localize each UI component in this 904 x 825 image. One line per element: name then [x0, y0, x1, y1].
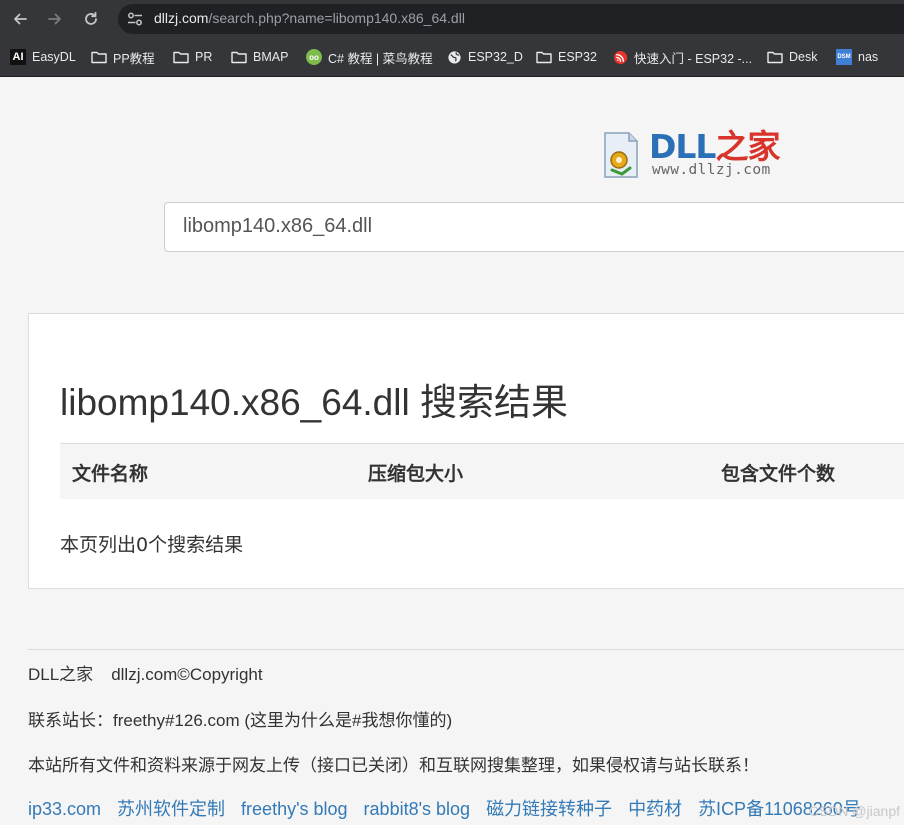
- bookmark-esp32-d[interactable]: ESP32_D: [446, 47, 523, 67]
- results-table-header: 文件名称 压缩包大小 包含文件个数: [60, 443, 904, 499]
- footer-link-magnet-torrent[interactable]: 磁力链接转种子: [486, 799, 612, 819]
- url-path: /search.php?name=libomp140.x86_64.dll: [208, 10, 465, 26]
- ai-logo-icon: AI: [10, 49, 26, 65]
- dsm-icon: DSM: [836, 49, 852, 65]
- footer-links: ip33.com 苏州软件定制 freethy's blog rabbit8's bl…: [28, 795, 877, 821]
- reload-icon: [85, 11, 97, 25]
- bookmark-easydl[interactable]: AI EasyDL: [10, 47, 76, 67]
- csdn-watermark: CSDN @jianpf: [808, 803, 900, 819]
- results-count-text: 本页列出0个搜索结果: [60, 534, 244, 556]
- page-content: DLL之家 www.dllzj.com libomp140.x86_64.dll…: [0, 77, 904, 825]
- address-bar[interactable]: dllzj.com/search.php?name=libomp140.x86_…: [118, 4, 904, 34]
- bookmark-label: 快速入门 - ESP32 -...: [634, 51, 753, 66]
- bookmark-label: PP教程: [113, 51, 155, 66]
- bookmark-label: Desk: [789, 50, 818, 64]
- logo-wordmark: DLL之家: [649, 127, 780, 167]
- folder-icon: [91, 49, 107, 65]
- folder-icon: [767, 49, 783, 65]
- bookmark-pr[interactable]: PR: [173, 47, 212, 67]
- footer-copyright-text: dllzj.com©Copyright: [111, 665, 263, 684]
- column-file-name: 文件名称: [72, 463, 149, 485]
- back-button[interactable]: [7, 6, 33, 32]
- bookmark-csharp-runoob[interactable]: oo C# 教程 | 菜鸟教程: [306, 47, 433, 67]
- forward-button[interactable]: [42, 6, 68, 32]
- footer-site-name: DLL之家: [28, 665, 94, 684]
- footer-copyright: DLL之家 dllzj.com©Copyright: [28, 660, 263, 685]
- bookmarks-bar: AI EasyDL PP教程 PR BMAP oo C# 教程 | 菜鸟教程 E…: [0, 38, 904, 77]
- results-panel: libomp140.x86_64.dll 搜索结果 文件名称 压缩包大小 包含文…: [28, 313, 904, 589]
- bookmark-bmap[interactable]: BMAP: [231, 47, 288, 67]
- footer-link-suzhou-software[interactable]: 苏州软件定制: [117, 799, 225, 819]
- folder-icon: [231, 49, 247, 65]
- site-logo[interactable]: DLL之家 www.dllzj.com: [602, 127, 802, 185]
- footer-disclaimer: 本站所有文件和资料来源于网友上传（接口已关闭）和互联网搜集整理，如果侵权请与站长…: [28, 756, 759, 775]
- browser-toolbar: dllzj.com/search.php?name=libomp140.x86_…: [0, 0, 904, 38]
- bookmark-desk[interactable]: Desk: [767, 47, 817, 67]
- url-host: dllzj.com: [154, 10, 209, 26]
- folder-icon: [173, 49, 189, 65]
- bookmark-label: BMAP: [253, 50, 289, 64]
- back-arrow-icon: [14, 13, 27, 25]
- bookmark-label: C# 教程 | 菜鸟教程: [328, 51, 433, 66]
- footer-divider: [28, 649, 904, 650]
- folder-icon: [536, 49, 552, 65]
- runoob-icon: oo: [306, 49, 322, 65]
- bookmark-nas[interactable]: DSM nas: [836, 47, 878, 67]
- logo-text-cn: 之家: [715, 127, 780, 166]
- logo-text-dll: DLL: [649, 127, 716, 166]
- reload-button[interactable]: [78, 6, 104, 32]
- address-url: dllzj.com/search.php?name=libomp140.x86_…: [154, 10, 465, 26]
- bookmark-esp32[interactable]: ESP32: [536, 47, 597, 67]
- globe-icon: [446, 49, 462, 65]
- bookmark-pp-tutorial[interactable]: PP教程: [91, 47, 155, 67]
- bookmark-label: ESP32_D: [468, 50, 523, 64]
- site-settings-icon[interactable]: [126, 11, 144, 27]
- footer-link-ip33[interactable]: ip33.com: [28, 799, 101, 819]
- bookmark-label: ESP32: [558, 50, 597, 64]
- bookmark-esp32-quickstart[interactable]: 快速入门 - ESP32 -...: [612, 47, 752, 67]
- footer-link-herbal-medicine[interactable]: 中药材: [628, 799, 682, 819]
- logo-subtitle: www.dllzj.com: [652, 162, 771, 178]
- bookmark-label: PR: [195, 50, 213, 64]
- column-file-count: 包含文件个数: [721, 463, 836, 485]
- results-title: libomp140.x86_64.dll 搜索结果: [60, 382, 568, 423]
- footer-link-rabbit8-blog[interactable]: rabbit8's blog: [364, 799, 471, 819]
- search-field[interactable]: [164, 202, 904, 252]
- footer-contact: 联系站长：freethy#126.com (这里为什么是#我想你懂的): [28, 711, 453, 730]
- espressif-icon: [612, 49, 628, 65]
- search-input[interactable]: [183, 215, 883, 238]
- bookmark-label: nas: [858, 50, 879, 64]
- bookmark-label: EasyDL: [32, 50, 76, 64]
- column-archive-size: 压缩包大小: [368, 463, 464, 485]
- forward-arrow-icon: [48, 13, 61, 25]
- footer-link-freethy-blog[interactable]: freethy's blog: [241, 799, 348, 819]
